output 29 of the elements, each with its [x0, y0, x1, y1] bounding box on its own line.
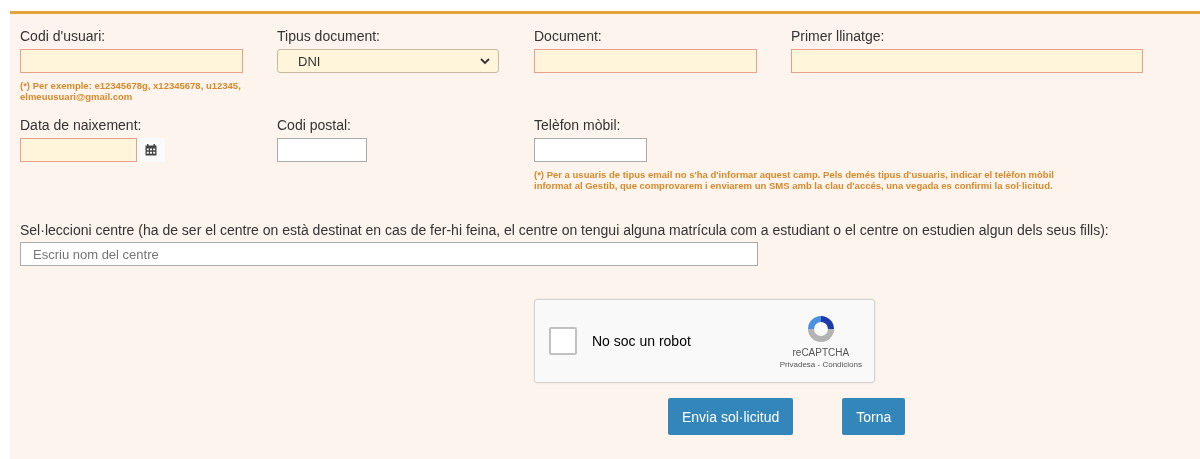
field-label: Sel·leccioni centre (ha de ser el centre on està destinat en cas de fer-hi feina, el centre on tengui alguna matrícula com a estudiant o el centre on estudien algun dels seus fills):	[20, 222, 1110, 238]
hint-text: (*) Per a usuaris de tipus email no s'ha d'informar aquest camp. Pels demés tipus d'usuaris, indicar el telèfon mòbil informat al Gestib, que comprovarem i enviarem un SMS amb la clau d'accés, una vegada es confirmi la sol·licitud.	[534, 169, 1055, 191]
submit-button[interactable]: Envia sol·licitud	[668, 398, 794, 435]
field-label: Primer llinatge:	[791, 28, 886, 44]
date-input-field[interactable]	[20, 138, 137, 162]
field-label: Tipus document:	[277, 28, 381, 44]
document-type-dropdown[interactable]: DNI	[277, 49, 499, 73]
field-label: Codi d'usuari:	[20, 28, 107, 44]
calendar-icon	[145, 144, 157, 156]
link-separator: -	[817, 360, 821, 369]
field-label: Telèfon mòbil:	[534, 117, 622, 133]
field-label: Data de naixement:	[20, 117, 143, 133]
field-label: Document:	[534, 28, 603, 44]
privacy-link[interactable]: Privadesa	[779, 360, 816, 369]
field-label: Codi postal:	[277, 117, 352, 133]
text-input-field[interactable]	[277, 138, 367, 162]
terms-link[interactable]: Condicions	[822, 360, 862, 369]
captcha-checkbox[interactable]	[549, 327, 577, 355]
centre-search-field[interactable]: Escriu nom del centre	[20, 242, 758, 266]
calendar-button[interactable]	[137, 138, 165, 162]
text-input-field[interactable]	[534, 49, 757, 73]
text-input-field[interactable]	[534, 138, 647, 162]
chevron-down-icon	[480, 57, 490, 65]
text-input-field[interactable]	[20, 49, 243, 73]
back-button[interactable]: Torna	[842, 398, 906, 435]
recaptcha-brand: reCAPTCHA	[792, 347, 850, 358]
hint-text: (*) Per exemple: e12345678g, x12345678, u12345, elmeuusuari@gmail.com	[20, 80, 242, 102]
captcha-label: No soc un robot	[592, 333, 692, 349]
text-input-field[interactable]	[791, 49, 1143, 73]
